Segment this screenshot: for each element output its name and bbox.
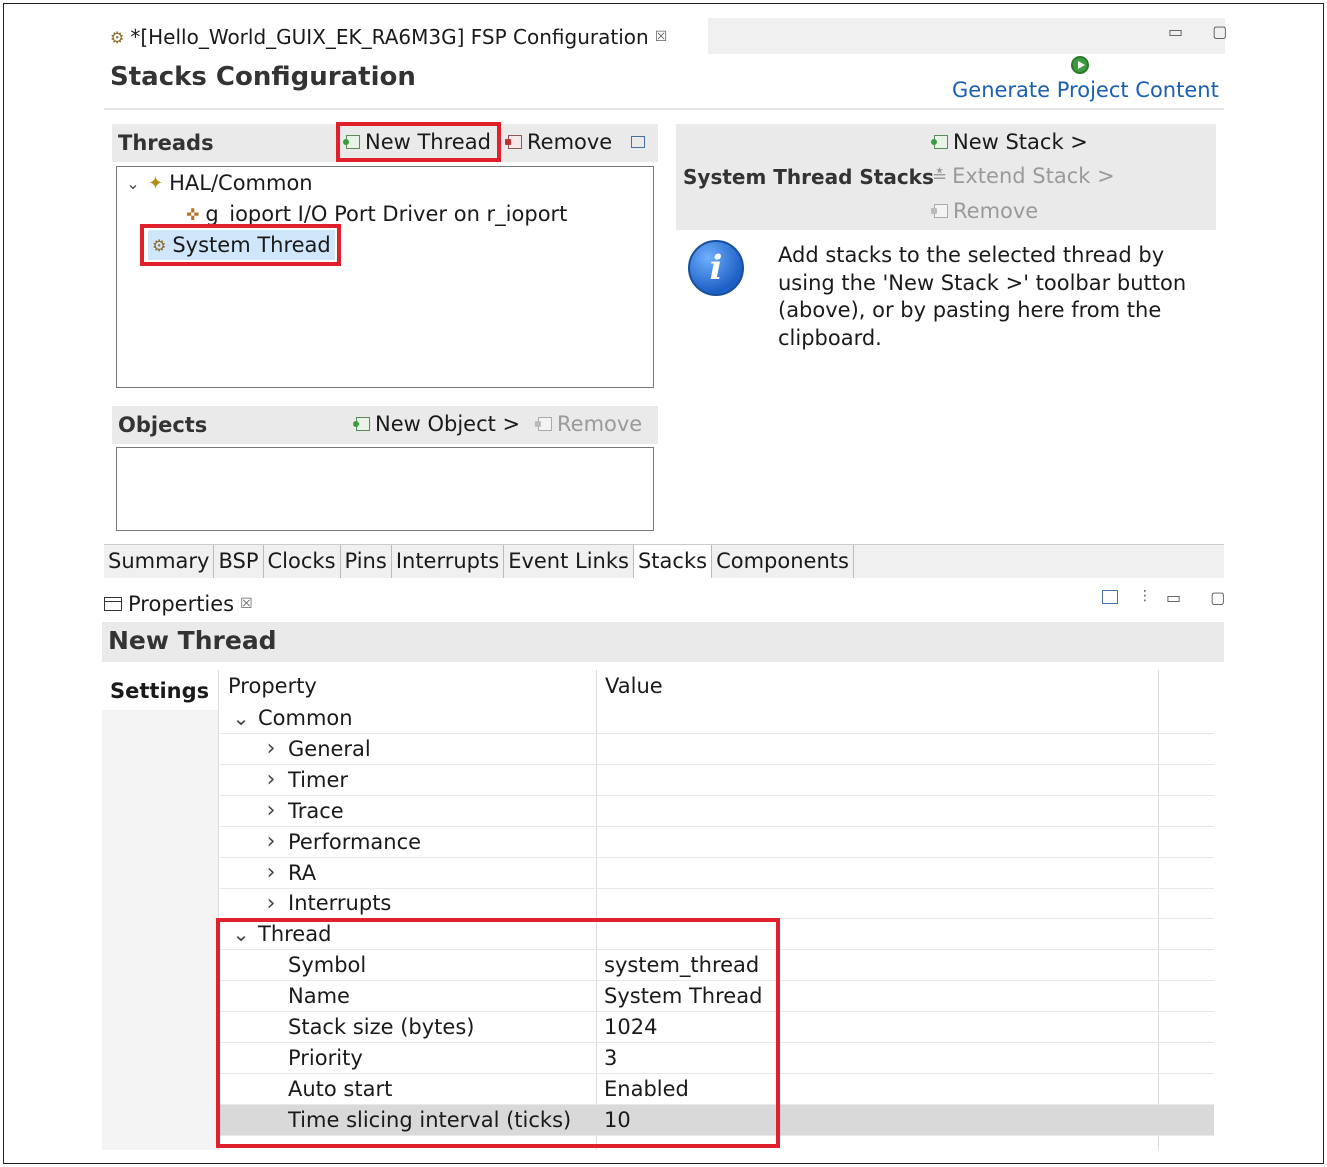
divider: [104, 108, 1224, 110]
property-cell: › Interrupts: [220, 891, 596, 916]
property-label: Interrupts: [288, 891, 392, 916]
collapse-all-icon[interactable]: [631, 136, 645, 148]
property-cell: › Performance: [220, 829, 596, 854]
property-label: Trace: [288, 798, 344, 823]
property-column-header[interactable]: Property: [228, 674, 317, 698]
new-object-label: New Object >: [375, 412, 521, 436]
window-controls-icon[interactable]: ▭ ▢: [1168, 22, 1239, 41]
tree-item-label: g_ioport I/O Port Driver on r_ioport: [205, 202, 568, 226]
remove-icon: [931, 204, 948, 218]
tree-item-label: System Thread: [172, 233, 331, 257]
thread-gear-icon: ⚙: [152, 235, 167, 255]
tab-bsp[interactable]: BSP: [214, 545, 264, 578]
property-row[interactable]: › General: [220, 734, 1214, 765]
tree-item-label: HAL/Common: [169, 171, 313, 195]
tab-summary[interactable]: Summary: [104, 545, 215, 578]
property-row[interactable]: › Interrupts: [220, 888, 1214, 920]
objects-list: [116, 447, 654, 531]
remove-stack-label: Remove: [953, 199, 1039, 223]
chevron-right-icon[interactable]: ›: [262, 736, 280, 761]
property-row[interactable]: › RA: [220, 858, 1214, 889]
chevron-right-icon[interactable]: ›: [262, 860, 280, 885]
editor-tab[interactable]: ⚙ *[Hello_World_GUIX_EK_RA6M3G] FSP Conf…: [104, 18, 678, 56]
property-label: RA: [288, 860, 317, 885]
config-gear-icon: ⚙: [110, 27, 125, 47]
property-label: Common: [258, 706, 353, 730]
remove-icon: [505, 135, 522, 149]
properties-icon: [104, 597, 122, 611]
new-thread-label: New Thread: [365, 130, 491, 154]
new-object-icon: [353, 417, 370, 431]
properties-header-title: New Thread: [108, 626, 277, 655]
tree-item-hal-common[interactable]: ⌄ ✦ HAL/Common: [124, 168, 313, 198]
property-cell: › Trace: [220, 798, 596, 823]
new-thread-icon: [343, 135, 360, 149]
new-stack-button[interactable]: New Stack >: [931, 130, 1088, 154]
objects-title: Objects: [118, 413, 208, 437]
tab-interrupts[interactable]: Interrupts: [392, 545, 505, 578]
settings-sidebar: [102, 710, 218, 1150]
new-thread-button[interactable]: New Thread: [343, 130, 491, 154]
new-stack-icon: [931, 135, 948, 149]
property-cell: › Timer: [220, 767, 596, 792]
remove-object-button[interactable]: Remove: [535, 412, 643, 436]
value-column-header[interactable]: Value: [605, 674, 663, 698]
properties-tab[interactable]: Properties ☒: [104, 586, 253, 622]
chevron-right-icon[interactable]: ›: [262, 798, 280, 823]
hal-common-icon: ✦: [148, 172, 164, 194]
close-tab-icon[interactable]: ☒: [655, 29, 668, 45]
property-label: Timer: [288, 767, 349, 792]
view-window-controls-icon[interactable]: ▭ ▢: [1166, 588, 1237, 607]
driver-icon: ✜: [186, 204, 200, 224]
generate-project-content-button[interactable]: Generate Project Content: [952, 78, 1219, 102]
threads-title: Threads: [118, 131, 214, 155]
property-cell: › RA: [220, 860, 596, 885]
stacks-info-text: Add stacks to the selected thread by usi…: [778, 243, 1187, 350]
tab-pins[interactable]: Pins: [341, 545, 392, 578]
extend-stack-icon: ≛: [932, 165, 948, 187]
config-tabs: Summary BSP Clocks Pins Interrupts Event…: [104, 544, 1224, 578]
chevron-right-icon[interactable]: ›: [262, 767, 280, 792]
properties-tab-label: Properties: [128, 592, 235, 616]
chevron-right-icon[interactable]: ›: [262, 829, 280, 854]
tab-strip: [708, 18, 1225, 54]
tab-clocks[interactable]: Clocks: [264, 545, 341, 578]
property-row[interactable]: ⌄ Common: [220, 703, 1214, 734]
remove-object-label: Remove: [557, 412, 643, 436]
tree-item-system-thread[interactable]: ⚙ System Thread: [148, 230, 335, 260]
property-label: Performance: [288, 829, 422, 854]
remove-thread-label: Remove: [527, 130, 613, 154]
settings-tab[interactable]: Settings: [102, 672, 212, 710]
remove-stack-button[interactable]: Remove: [931, 199, 1039, 223]
extend-stack-label: Extend Stack >: [952, 164, 1115, 188]
chevron-down-icon[interactable]: ⌄: [124, 174, 142, 193]
info-icon: i: [688, 240, 744, 296]
stacks-panel-title: System Thread Stacks: [683, 165, 934, 189]
chevron-right-icon[interactable]: ›: [262, 891, 280, 916]
tab-event-links[interactable]: Event Links: [504, 545, 634, 578]
remove-icon: [535, 417, 552, 431]
view-menu-icon[interactable]: ⋮: [1138, 588, 1152, 604]
close-tab-icon[interactable]: ☒: [240, 596, 253, 612]
generate-run-icon[interactable]: [1071, 56, 1089, 74]
property-row[interactable]: › Timer: [220, 765, 1214, 796]
tab-components[interactable]: Components: [712, 545, 854, 578]
property-cell: › General: [220, 736, 596, 761]
new-stack-label: New Stack >: [953, 130, 1088, 154]
editor-tab-title: *[Hello_World_GUIX_EK_RA6M3G] FSP Config…: [130, 25, 649, 49]
pin-view-icon[interactable]: [1102, 590, 1118, 604]
chevron-down-icon[interactable]: ⌄: [232, 708, 250, 728]
new-object-button[interactable]: New Object >: [353, 412, 521, 436]
extend-stack-button[interactable]: ≛ Extend Stack >: [932, 164, 1115, 188]
property-row[interactable]: › Trace: [220, 796, 1214, 827]
property-label: General: [288, 736, 371, 761]
property-row[interactable]: › Performance: [220, 827, 1214, 858]
property-cell: ⌄ Common: [220, 706, 596, 730]
thread-properties-highlight: [216, 918, 780, 1148]
remove-thread-button[interactable]: Remove: [505, 130, 613, 154]
page-title: Stacks Configuration: [110, 62, 416, 92]
tab-stacks[interactable]: Stacks: [633, 545, 713, 578]
